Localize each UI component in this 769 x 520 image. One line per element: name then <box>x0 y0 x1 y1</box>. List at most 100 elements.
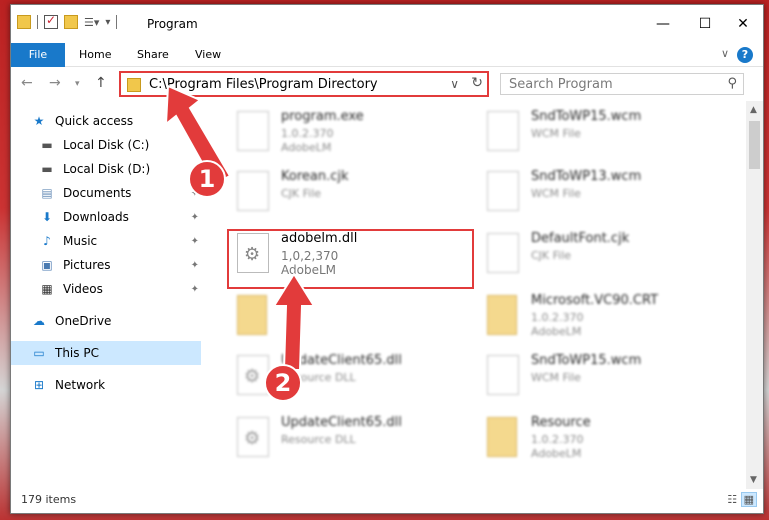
videos-icon: ▦ <box>41 282 53 296</box>
sidebar-item-label: Videos <box>63 282 103 296</box>
file-detail: CJK File <box>281 187 322 200</box>
divider <box>116 15 118 29</box>
new-folder-icon[interactable] <box>64 15 78 29</box>
sidebar-item-videos[interactable]: ▦ Videos ✦ <box>39 277 201 301</box>
sidebar-item-label: Documents <box>63 186 132 200</box>
explorer-window: ☰▾ ▾ Program — ☐ ✕ File Home Share View … <box>10 4 764 514</box>
file-icon <box>487 171 519 211</box>
sidebar-item-onedrive[interactable]: ☁ OneDrive <box>31 309 221 333</box>
exe-file-icon <box>237 111 269 151</box>
quick-access-toolbar: ☰▾ ▾ <box>17 13 118 29</box>
back-icon[interactable]: ← <box>21 75 33 91</box>
qat-customize-icon[interactable]: ☰▾ <box>84 16 99 29</box>
list-item[interactable]: DefaultFont.cjk CJK File <box>461 227 701 287</box>
list-item[interactable]: Korean.cjk CJK File <box>211 165 451 225</box>
minimize-button[interactable]: — <box>643 13 683 35</box>
sidebar-item-label: Downloads <box>63 210 129 224</box>
ribbon-expand-icon[interactable]: ∨ <box>721 47 729 60</box>
network-icon: ⊞ <box>33 378 45 392</box>
tab-home[interactable]: Home <box>79 43 111 67</box>
pin-icon[interactable]: ✦ <box>191 260 199 271</box>
list-item[interactable]: SndToWP15.wcm WCM File <box>461 349 701 409</box>
file-name: SndToWP15.wcm <box>531 109 642 124</box>
list-item[interactable]: SndToWP15.wcm WCM File <box>461 105 701 165</box>
sidebar-item-this-pc[interactable]: ▭ This PC <box>11 341 201 365</box>
folder-icon <box>487 417 517 457</box>
list-item[interactable]: Resource 1.0.2.370 AdobeLM <box>461 411 701 471</box>
tab-share[interactable]: Share <box>137 43 169 67</box>
view-toggle[interactable]: ☷ ▦ <box>727 492 757 507</box>
sidebar-item-label: Pictures <box>63 258 111 272</box>
sidebar-item-label: OneDrive <box>55 314 112 328</box>
sidebar-item-music[interactable]: ♪ Music ✦ <box>39 229 201 253</box>
folder-icon[interactable] <box>17 15 31 29</box>
sidebar-item-label: This PC <box>55 346 99 360</box>
tab-view[interactable]: View <box>195 43 221 67</box>
tab-file[interactable]: File <box>11 43 65 67</box>
file-detail: AdobeLM <box>281 141 332 154</box>
refresh-icon[interactable]: ↻ <box>471 75 483 91</box>
qat-dropdown-icon[interactable]: ▾ <box>105 17 110 28</box>
star-icon: ★ <box>33 114 45 128</box>
documents-icon: ▤ <box>41 186 53 200</box>
drive-icon: ▬ <box>41 162 53 176</box>
details-view-icon[interactable]: ☷ <box>727 493 737 506</box>
sidebar-item-label: Quick access <box>55 114 134 128</box>
download-icon: ⬇ <box>41 210 53 224</box>
sidebar-item-downloads[interactable]: ⬇ Downloads ✦ <box>39 205 201 229</box>
scroll-down-icon[interactable]: ▼ <box>750 475 757 485</box>
callout-badge-1: 1 <box>188 160 226 198</box>
file-detail: CJK File <box>531 249 572 262</box>
pictures-icon: ▣ <box>41 258 53 272</box>
file-icon <box>487 355 519 395</box>
tiles-view-icon[interactable]: ▦ <box>740 492 757 507</box>
search-input[interactable]: Search Program ⚲ <box>500 73 744 95</box>
file-detail: AdobeLM <box>531 447 582 460</box>
list-item[interactable]: program.exe 1.0.2.370 AdobeLM <box>211 105 451 165</box>
scroll-thumb[interactable] <box>749 121 760 169</box>
file-name: Resource <box>531 415 591 430</box>
maximize-button[interactable]: ☐ <box>685 13 725 35</box>
cloud-icon: ☁ <box>33 314 45 328</box>
list-item[interactable] <box>211 289 451 349</box>
list-item[interactable]: UpdateClient65.dll Resource DLL <box>211 349 451 409</box>
vertical-scrollbar[interactable]: ▲ ▼ <box>746 101 763 489</box>
file-detail: WCM File <box>531 371 581 384</box>
up-icon[interactable]: ↑ <box>95 75 107 91</box>
file-detail: WCM File <box>531 187 581 200</box>
file-name: program.exe <box>281 109 364 124</box>
list-item[interactable]: SndToWP13.wcm WCM File <box>461 165 701 225</box>
search-placeholder: Search Program <box>509 77 613 92</box>
file-detail: 1.0.2.370 <box>281 127 334 140</box>
sidebar-item-label: Music <box>63 234 98 248</box>
recent-locations-icon[interactable]: ▾ <box>75 79 80 89</box>
list-item[interactable]: Microsoft.VC90.CRT 1.0.2.370 AdobeLM <box>461 289 701 349</box>
pin-icon[interactable]: ✦ <box>191 212 199 223</box>
forward-icon[interactable]: → <box>49 75 61 91</box>
ribbon-tabs: File Home Share View ∨ ? <box>11 43 763 67</box>
search-icon[interactable]: ⚲ <box>727 76 737 91</box>
title-bar: ☰▾ ▾ Program — ☐ ✕ <box>11 5 763 43</box>
help-icon[interactable]: ? <box>737 47 753 63</box>
sidebar-item-pictures[interactable]: ▣ Pictures ✦ <box>39 253 201 277</box>
list-item[interactable]: UpdateClient65.dll Resource DLL <box>211 411 451 471</box>
chevron-down-icon[interactable]: ∨ <box>450 77 459 91</box>
folder-icon <box>487 295 517 335</box>
folder-icon <box>127 78 141 92</box>
file-name: Microsoft.VC90.CRT <box>531 293 659 308</box>
sidebar-item-network[interactable]: ⊞ Network <box>31 373 221 397</box>
status-bar: 179 items ☷ ▦ <box>11 489 763 513</box>
navigation-bar: ← → ▾ ↑ C:\Program Files\Program Directo… <box>11 67 763 101</box>
computer-icon: ▭ <box>33 346 45 360</box>
properties-icon[interactable] <box>44 13 58 29</box>
file-icon <box>487 233 519 273</box>
item-count: 179 items <box>21 493 77 506</box>
pin-icon[interactable]: ✦ <box>191 284 199 295</box>
close-button[interactable]: ✕ <box>723 13 763 35</box>
file-name: DefaultFont.cjk <box>531 231 630 246</box>
scroll-up-icon[interactable]: ▲ <box>750 105 757 115</box>
callout-arrow-2 <box>272 272 316 371</box>
sidebar-item-label: Local Disk (C:) <box>63 138 150 152</box>
pin-icon[interactable]: ✦ <box>191 236 199 247</box>
drive-icon: ▬ <box>41 138 53 152</box>
